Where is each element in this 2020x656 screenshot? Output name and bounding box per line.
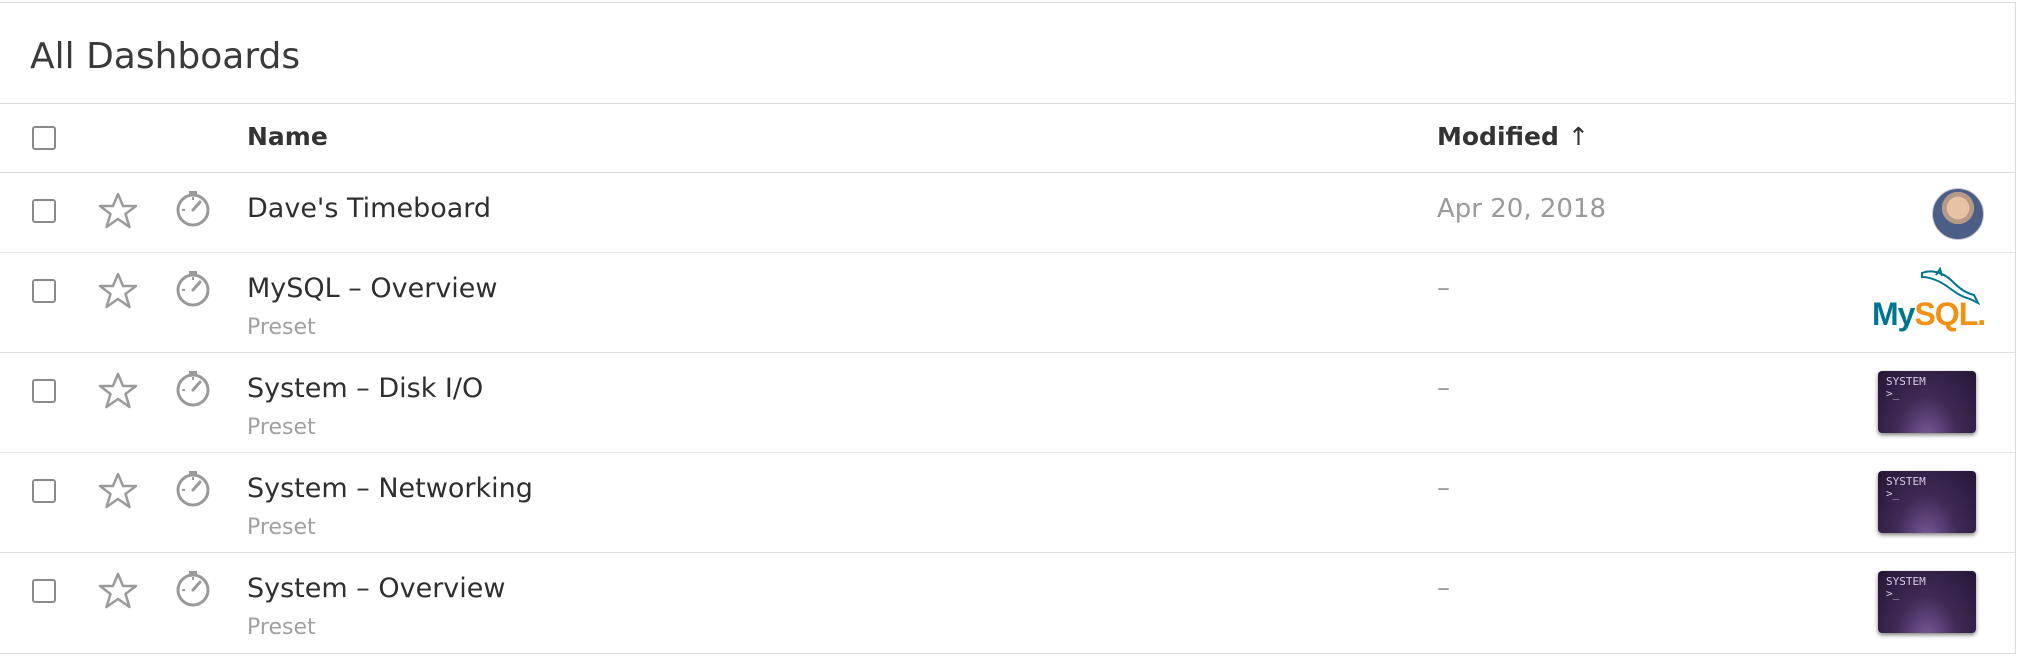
terminal-prompt-icon: >_ xyxy=(1886,487,1900,500)
dashboard-name[interactable]: System – Networking xyxy=(247,473,533,504)
dashboard-subtitle: Preset xyxy=(247,415,316,440)
timeboard-icon xyxy=(176,471,210,507)
column-header-modified[interactable]: Modified xyxy=(1437,122,1559,151)
column-header-name[interactable]: Name xyxy=(247,122,328,151)
timeboard-icon xyxy=(176,191,210,227)
terminal-prompt-icon: >_ xyxy=(1886,387,1900,400)
dashboard-name[interactable]: Dave's Timeboard xyxy=(247,193,491,224)
table-row[interactable]: System – Networking Preset – SYSTEM >_ xyxy=(0,453,2015,553)
page-title: All Dashboards xyxy=(30,36,301,77)
row-checkbox[interactable] xyxy=(32,579,56,603)
mysql-logo-dot: . xyxy=(1977,296,1986,332)
system-terminal-thumbnail: SYSTEM >_ xyxy=(1878,571,1976,633)
dashboards-panel: All Dashboards Name Modified ↑ Dave's Ti… xyxy=(0,2,2016,654)
star-icon[interactable] xyxy=(98,371,138,411)
star-icon[interactable] xyxy=(98,471,138,511)
timeboard-icon xyxy=(176,571,210,607)
star-icon[interactable] xyxy=(98,191,138,231)
dashboard-subtitle: Preset xyxy=(247,315,316,340)
table-row[interactable]: System – Overview Preset – SYSTEM >_ xyxy=(0,553,2015,653)
row-checkbox[interactable] xyxy=(32,199,56,223)
modified-date: – xyxy=(1437,573,1450,603)
row-checkbox[interactable] xyxy=(32,379,56,403)
modified-date: – xyxy=(1437,273,1450,303)
table-header: Name Modified ↑ xyxy=(0,103,2015,173)
table-row[interactable]: Dave's Timeboard Apr 20, 2018 xyxy=(0,173,2015,253)
table-row[interactable]: MySQL – Overview Preset – MySQL. xyxy=(0,253,2015,353)
modified-date: Apr 20, 2018 xyxy=(1437,194,1607,224)
system-terminal-thumbnail: SYSTEM >_ xyxy=(1878,371,1976,433)
dashboard-subtitle: Preset xyxy=(247,615,316,640)
mysql-logo-sql: SQL xyxy=(1914,296,1978,332)
modified-date: – xyxy=(1437,373,1450,403)
timeboard-icon xyxy=(176,271,210,307)
system-terminal-thumbnail: SYSTEM >_ xyxy=(1878,471,1976,533)
modified-date: – xyxy=(1437,473,1450,503)
row-checkbox[interactable] xyxy=(32,479,56,503)
user-avatar xyxy=(1932,188,1984,240)
dashboard-subtitle: Preset xyxy=(247,515,316,540)
dashboard-name[interactable]: MySQL – Overview xyxy=(247,273,498,304)
terminal-prompt-icon: >_ xyxy=(1886,587,1900,600)
dashboard-name[interactable]: System – Overview xyxy=(247,573,505,604)
table-row[interactable]: System – Disk I/O Preset – SYSTEM >_ xyxy=(0,353,2015,453)
timeboard-icon xyxy=(176,371,210,407)
select-all-checkbox[interactable] xyxy=(32,126,56,150)
mysql-logo-my: My xyxy=(1872,296,1915,332)
star-icon[interactable] xyxy=(98,571,138,611)
dashboard-name[interactable]: System – Disk I/O xyxy=(247,373,483,404)
sort-ascending-icon[interactable]: ↑ xyxy=(1568,122,1589,151)
row-checkbox[interactable] xyxy=(32,279,56,303)
star-icon[interactable] xyxy=(98,271,138,311)
mysql-logo: MySQL. xyxy=(1872,267,1986,333)
